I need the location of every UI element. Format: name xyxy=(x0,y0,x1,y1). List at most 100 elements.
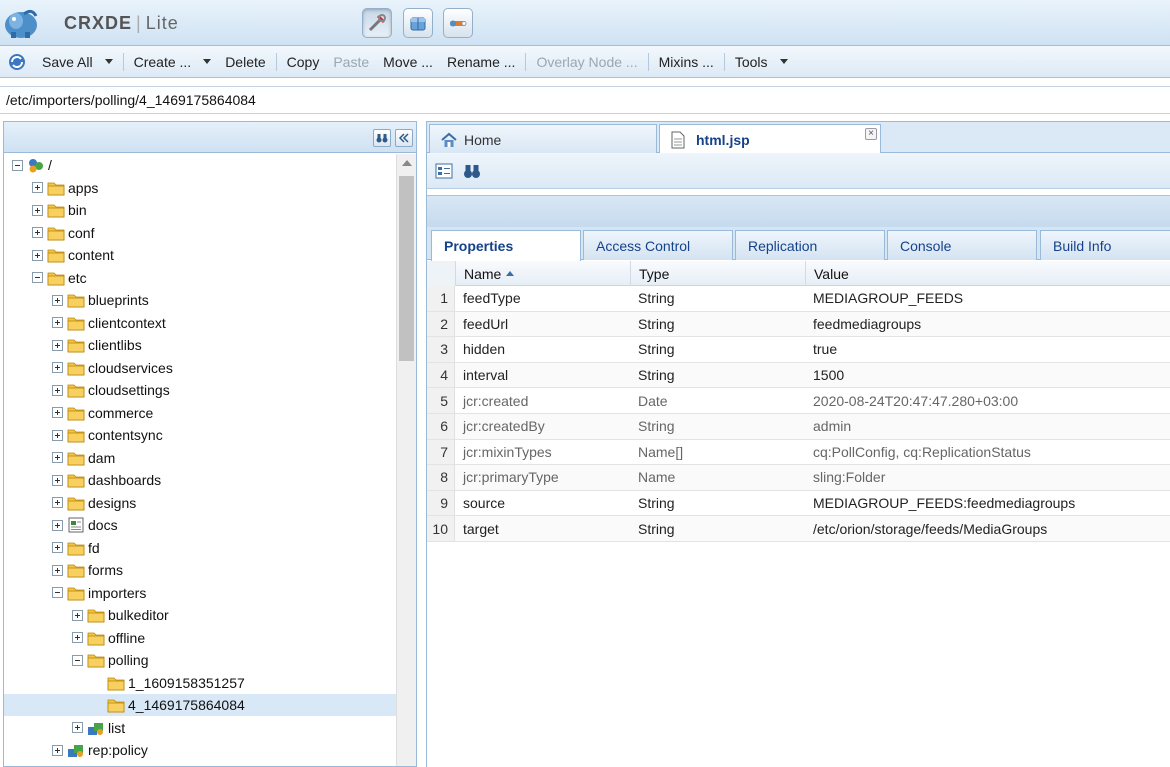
expand-icon[interactable] xyxy=(52,744,63,756)
expand-icon[interactable] xyxy=(52,317,63,328)
property-type[interactable]: Date xyxy=(630,388,805,413)
property-type[interactable]: String xyxy=(630,491,805,516)
find-node-button[interactable] xyxy=(373,129,391,147)
table-row[interactable]: 8 jcr:primaryType Name sling:Folder xyxy=(427,465,1170,491)
property-type[interactable]: String xyxy=(630,414,805,439)
property-value[interactable]: sling:Folder xyxy=(805,465,1170,490)
property-name[interactable]: jcr:created xyxy=(455,388,630,413)
tab-replication[interactable]: Replication xyxy=(735,230,885,260)
expand-icon[interactable] xyxy=(52,452,63,463)
expand-icon[interactable] xyxy=(52,542,63,553)
refresh-icon[interactable] xyxy=(7,52,27,72)
expand-icon[interactable] xyxy=(52,497,63,508)
property-value[interactable]: true xyxy=(805,337,1170,362)
tree-node[interactable]: offline xyxy=(72,627,145,649)
tree-node[interactable]: cloudservices xyxy=(52,357,173,379)
copy-button[interactable]: Copy xyxy=(280,46,327,78)
tree-node[interactable]: designs xyxy=(52,492,136,514)
property-type[interactable]: Name xyxy=(630,465,805,490)
tab-access-control[interactable]: Access Control xyxy=(583,230,733,260)
tree-node[interactable]: polling xyxy=(72,649,148,671)
create-button[interactable]: Create ... xyxy=(127,46,219,78)
tree-node[interactable]: bin xyxy=(32,199,87,221)
expand-icon[interactable] xyxy=(52,519,63,531)
expand-icon[interactable] xyxy=(52,339,63,351)
property-value[interactable]: 2020-08-24T20:47:47.280+03:00 xyxy=(805,388,1170,413)
table-row[interactable]: 5 jcr:created Date 2020-08-24T20:47:47.280+… xyxy=(427,388,1170,414)
tab-build-info[interactable]: Build Info xyxy=(1040,230,1170,260)
property-name[interactable]: target xyxy=(455,516,630,541)
property-type[interactable]: Name[] xyxy=(630,440,805,465)
paste-button[interactable]: Paste xyxy=(326,46,376,78)
property-value[interactable]: cq:PollConfig, cq:ReplicationStatus xyxy=(805,440,1170,465)
path-input[interactable] xyxy=(0,87,1170,113)
tree-node[interactable]: / xyxy=(12,154,52,176)
scrollbar-thumb[interactable] xyxy=(399,176,414,361)
table-row[interactable]: 9 source String MEDIAGROUP_FEEDS:feedmediag… xyxy=(427,490,1170,517)
property-type[interactable]: String xyxy=(630,363,805,388)
scroll-up-arrow-icon[interactable] xyxy=(402,160,412,166)
table-row[interactable]: 1 feedType String MEDIAGROUP_FEEDS xyxy=(427,286,1170,312)
collapse-icon[interactable] xyxy=(52,587,63,598)
tree-node[interactable]: importers xyxy=(52,582,146,604)
tree-node[interactable]: conf xyxy=(32,222,94,244)
tree-node[interactable]: apps xyxy=(32,177,98,199)
move-button[interactable]: Move ... xyxy=(376,46,440,78)
tree-node[interactable]: forms xyxy=(52,559,123,581)
tree-node[interactable]: rep:policy xyxy=(52,739,148,761)
tree-node[interactable]: commerce xyxy=(52,402,153,424)
overlay-node-button[interactable]: Overlay Node ... xyxy=(529,46,644,78)
column-header-type[interactable]: Type xyxy=(630,261,805,286)
rename-button[interactable]: Rename ... xyxy=(440,46,522,78)
expand-icon[interactable] xyxy=(72,609,83,621)
expand-icon[interactable] xyxy=(72,722,83,733)
expand-icon[interactable] xyxy=(52,407,63,418)
property-value[interactable]: feedmediagroups xyxy=(805,312,1170,337)
expand-icon[interactable] xyxy=(32,249,43,261)
mixins-button[interactable]: Mixins ... xyxy=(652,46,721,78)
tab-home[interactable]: Home xyxy=(429,124,657,154)
tree-node[interactable]: docs xyxy=(52,514,118,536)
tree-node[interactable]: clientcontext xyxy=(52,312,166,334)
tab-console[interactable]: Console xyxy=(887,230,1037,260)
expand-icon[interactable] xyxy=(52,384,63,396)
collapse-icon[interactable] xyxy=(32,272,43,283)
tree-node[interactable]: list xyxy=(72,717,125,739)
collapse-panel-button[interactable] xyxy=(395,129,413,147)
tree-node[interactable]: dashboards xyxy=(52,469,161,491)
tree-node[interactable]: 4_1469175864084 xyxy=(4,694,396,716)
property-value[interactable]: /etc/orion/storage/feeds/MediaGroups xyxy=(805,516,1170,541)
replication-mode-button[interactable] xyxy=(443,8,473,38)
expand-icon[interactable] xyxy=(52,564,63,576)
collapse-icon[interactable] xyxy=(12,159,23,171)
tab-html-jsp[interactable]: html.jsp × xyxy=(659,124,881,155)
tree-node[interactable]: blueprints xyxy=(52,289,149,311)
expand-icon[interactable] xyxy=(52,429,63,441)
expand-icon[interactable] xyxy=(52,362,63,373)
tree-scrollbar[interactable] xyxy=(396,154,416,766)
property-value[interactable]: MEDIAGROUP_FEEDS xyxy=(805,286,1170,311)
expand-icon[interactable] xyxy=(72,632,83,643)
property-type[interactable]: String xyxy=(630,516,805,541)
package-manager-button[interactable] xyxy=(403,8,433,38)
expand-icon[interactable] xyxy=(32,227,43,238)
tree-node[interactable]: etc xyxy=(32,267,87,289)
close-tab-icon[interactable]: × xyxy=(865,128,877,140)
property-value[interactable]: 1500 xyxy=(805,363,1170,388)
tools-button[interactable]: Tools xyxy=(728,46,795,78)
save-all-button[interactable]: Save All xyxy=(35,46,120,78)
property-value[interactable]: admin xyxy=(805,414,1170,439)
binoculars-icon[interactable] xyxy=(463,162,481,180)
property-type[interactable]: String xyxy=(630,286,805,311)
table-row[interactable]: 3 hidden String true xyxy=(427,337,1170,363)
property-value[interactable]: MEDIAGROUP_FEEDS:feedmediagroups xyxy=(805,491,1170,516)
property-name[interactable]: jcr:primaryType xyxy=(455,465,630,490)
expand-icon[interactable] xyxy=(32,204,43,216)
tree-node[interactable]: 1_1609158351257 xyxy=(92,672,245,694)
expand-icon[interactable] xyxy=(52,294,63,306)
delete-button[interactable]: Delete xyxy=(218,46,272,78)
tree-node[interactable]: cloudsettings xyxy=(52,379,170,401)
column-header-name[interactable]: Name xyxy=(455,261,630,286)
property-name[interactable]: hidden xyxy=(455,337,630,362)
collapse-icon[interactable] xyxy=(72,654,83,666)
